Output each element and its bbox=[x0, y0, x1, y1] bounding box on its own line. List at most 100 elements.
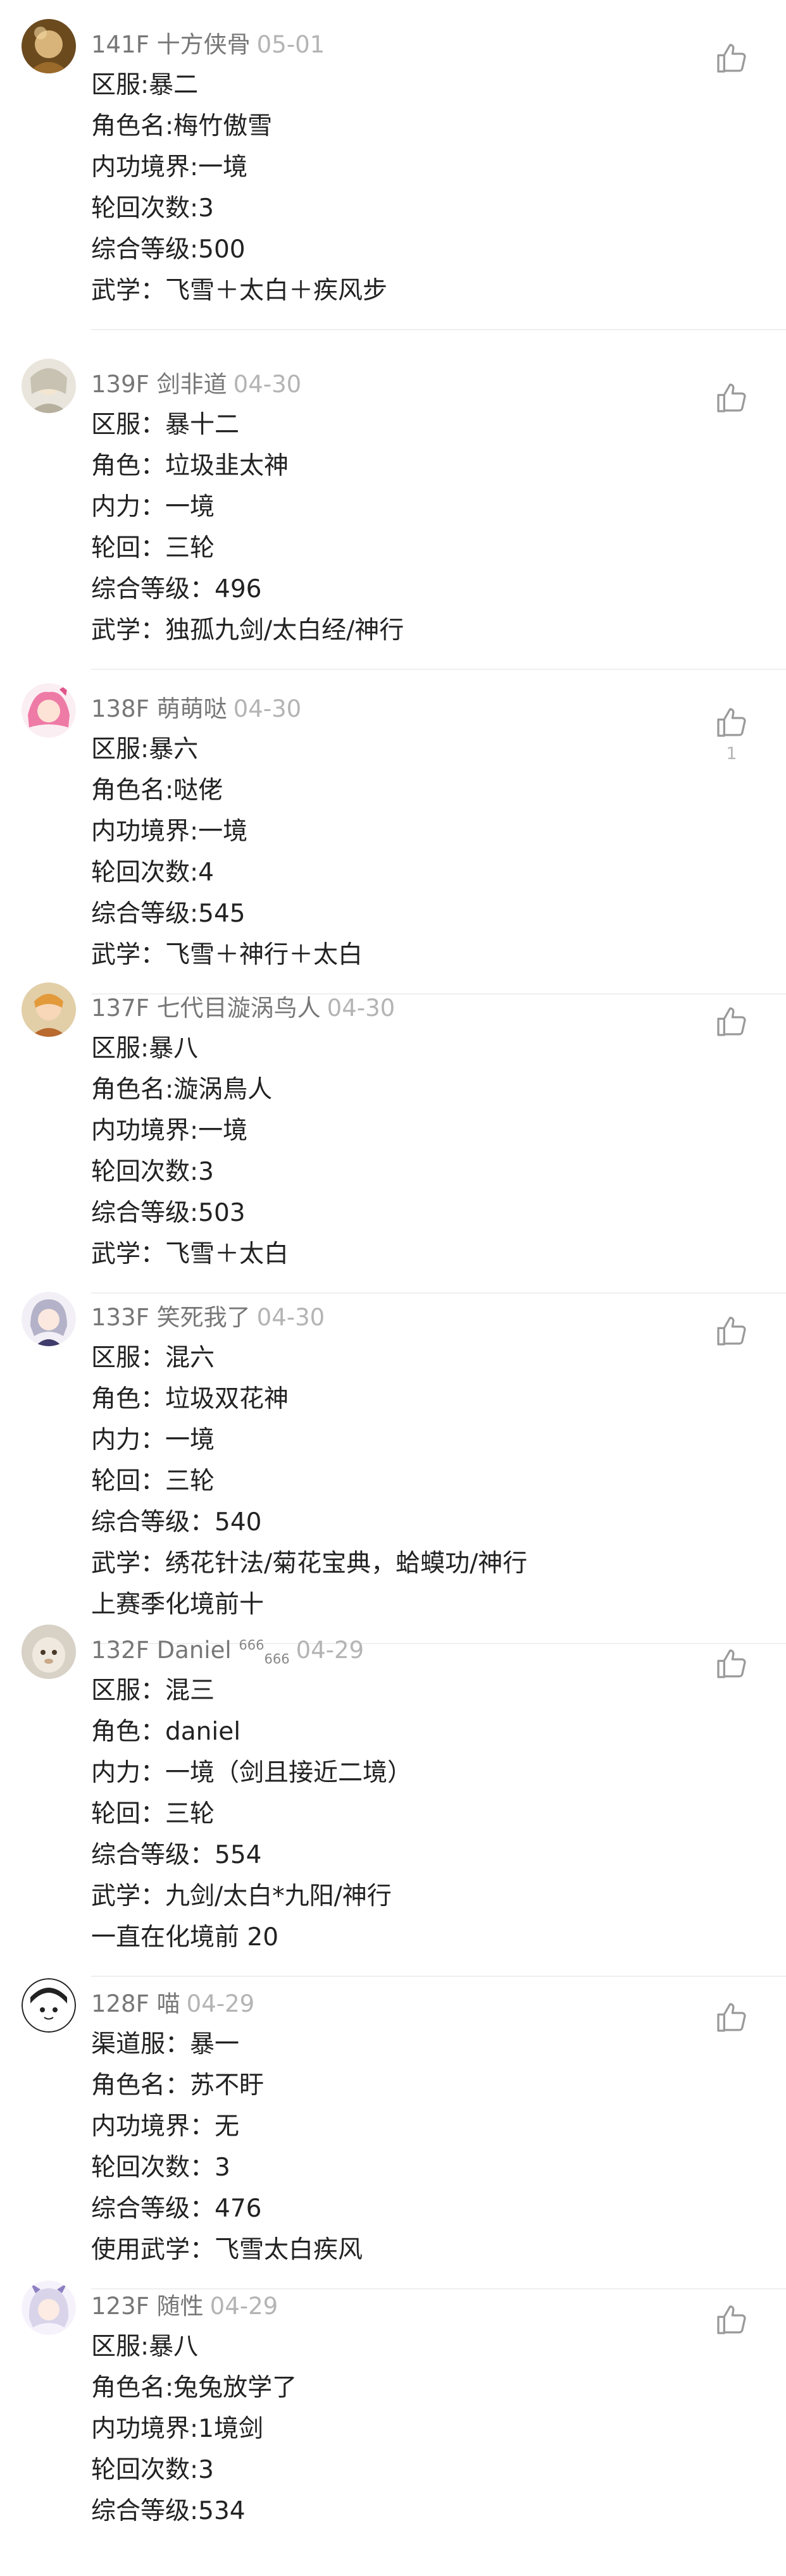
comment-line: 内功境界:一境 bbox=[91, 153, 248, 182]
comment-line: 武学：独孤九剑/太白经/神行 bbox=[91, 616, 404, 645]
avatar[interactable] bbox=[22, 683, 76, 738]
post-date: 04-29 bbox=[296, 1637, 365, 1664]
post-date: 05-01 bbox=[256, 31, 325, 58]
comment-meta: 137F 七代目漩涡鸟人 04-30 bbox=[91, 994, 395, 1023]
comment-line: 轮回次数:4 bbox=[91, 858, 214, 887]
avatar[interactable] bbox=[22, 359, 76, 413]
comment-line: 轮回：三轮 bbox=[91, 534, 215, 562]
comment-line: 轮回次数：3 bbox=[91, 2153, 230, 2182]
comment-line: 内功境界:1境剑 bbox=[91, 2415, 263, 2443]
comment-line: 内功境界:一境 bbox=[91, 817, 248, 846]
floor-number: 132F bbox=[91, 1637, 149, 1664]
avatar[interactable] bbox=[22, 19, 76, 73]
username[interactable]: Daniel bbox=[157, 1637, 232, 1664]
comment-line: 轮回次数:3 bbox=[91, 2456, 214, 2484]
username[interactable]: 喵 bbox=[157, 1990, 180, 2017]
comment-line: 综合等级：476 bbox=[91, 2195, 262, 2223]
comment-line: 内功境界:一境 bbox=[91, 1117, 248, 1145]
avatar[interactable] bbox=[22, 1978, 76, 2033]
comment-line: 区服:暴六 bbox=[91, 735, 199, 764]
username[interactable]: 剑非道 bbox=[157, 371, 227, 398]
username[interactable]: 十方侠骨 bbox=[157, 31, 251, 58]
comment-meta: 138F 萌萌哒 04-30 bbox=[91, 695, 301, 724]
post-date: 04-30 bbox=[233, 371, 302, 398]
comment-meta: 132F Daniel 666666 04-29 bbox=[91, 1636, 365, 1667]
comment-body: 区服：混三 角色：daniel 内力：一境（剑且接近二境） 轮回：三轮 综合等级：554… bbox=[91, 1670, 412, 1958]
comment-divider bbox=[91, 2288, 786, 2289]
floor-number: 139F bbox=[91, 371, 149, 398]
username[interactable]: 萌萌哒 bbox=[157, 695, 227, 722]
comment-line: 综合等级:545 bbox=[91, 900, 246, 928]
thumbs-up-icon[interactable] bbox=[714, 705, 749, 740]
comment-body: 区服:暴八 角色名:兔兔放学了 内功境界:1境剑 轮回次数:3 综合等级:534 bbox=[91, 2326, 297, 2532]
post-date: 04-29 bbox=[209, 2293, 278, 2320]
floor-number: 128F bbox=[91, 1990, 149, 2017]
username[interactable]: 随性 bbox=[157, 2293, 204, 2320]
comment-line: 角色名：苏不盱 bbox=[91, 2071, 265, 2100]
comment-body: 区服:暴六角色名:哒佬 内功境界:一境 轮回次数:4 综合等级:545 武学：飞雪＋神行… bbox=[91, 729, 363, 975]
floor-number: 123F bbox=[91, 2293, 149, 2320]
username[interactable]: 笑死我了 bbox=[157, 1304, 251, 1331]
thumbs-up-icon[interactable] bbox=[714, 2000, 749, 2035]
avatar[interactable] bbox=[22, 1292, 76, 1346]
thumbs-up-icon[interactable] bbox=[714, 40, 749, 76]
post-date: 04-29 bbox=[186, 1990, 255, 2017]
comment-line: 综合等级:503 bbox=[91, 1199, 246, 1227]
comment-list: 141F 十方侠骨 05-01 区服:暴二 角色名:梅竹傲雪 内功境界:一境 轮回次数:3… bbox=[0, 0, 786, 2576]
comment-meta: 139F 剑非道 04-30 bbox=[91, 370, 301, 399]
comment-body: 区服:暴二 角色名:梅竹傲雪 内功境界:一境 轮回次数:3 综合等级:500 武学：飞雪＋… bbox=[91, 65, 387, 311]
comment-body: 区服:暴八角色名:漩涡鳥人 内功境界:一境 轮回次数:3 综合等级:503 武学：飞雪＋… bbox=[91, 1028, 289, 1275]
thumbs-up-icon[interactable] bbox=[714, 1313, 749, 1349]
comment-line: 综合等级:534 bbox=[91, 2497, 246, 2525]
floor-number: 141F bbox=[91, 31, 149, 58]
avatar[interactable] bbox=[22, 982, 76, 1037]
comment-line: 角色名:哒佬 bbox=[91, 776, 223, 805]
comment-line: 武学：九剑/太白*九阳/神行 bbox=[91, 1882, 392, 1910]
comment-body: 区服：暴十二 角色：垃圾韭太神 内力：一境 轮回：三轮 综合等级：496 武学：独孤九剑/… bbox=[91, 404, 404, 651]
avatar[interactable] bbox=[22, 2281, 76, 2335]
post-date: 04-30 bbox=[256, 1304, 325, 1331]
post-date: 04-30 bbox=[233, 695, 302, 722]
comment-meta: 133F 笑死我了 04-30 bbox=[91, 1303, 325, 1332]
comment-divider bbox=[91, 669, 786, 670]
comment-meta: 123F 随性 04-29 bbox=[91, 2292, 278, 2321]
user-badge-sub: 666 bbox=[264, 1651, 290, 1667]
comment-line: 一直在化境前 20 bbox=[91, 1923, 279, 1952]
thumbs-up-icon[interactable] bbox=[714, 380, 749, 416]
comment-line: 武学：飞雪＋太白＋疾风步 bbox=[91, 276, 388, 305]
comment-line: 轮回：三轮 bbox=[91, 1467, 215, 1495]
comment-meta: 128F 喵 04-29 bbox=[91, 1990, 254, 2019]
comment-line: 上赛季化境前十 bbox=[91, 1590, 265, 1619]
comment-line: 轮回：三轮 bbox=[91, 1800, 215, 1828]
comment-line: 角色：垃圾双花神 bbox=[91, 1385, 289, 1413]
comment-line: 综合等级：540 bbox=[91, 1508, 262, 1537]
comment-line: 区服:暴二 bbox=[91, 71, 199, 99]
comment-line: 使用武学：飞雪太白疾风 bbox=[91, 2236, 363, 2264]
comment-line: 武学：飞雪＋神行＋太白 bbox=[91, 941, 363, 969]
floor-number: 137F bbox=[91, 994, 149, 1022]
post-date: 04-30 bbox=[327, 994, 396, 1022]
thumbs-up-icon[interactable] bbox=[714, 1004, 749, 1039]
floor-number: 133F bbox=[91, 1304, 149, 1331]
comment-line: 角色名:漩涡鳥人 bbox=[91, 1075, 273, 1104]
comment-line: 角色：daniel bbox=[91, 1718, 241, 1746]
comment-line: 角色名:兔兔放学了 bbox=[91, 2374, 297, 2402]
comment-line: 内功境界：无 bbox=[91, 2112, 240, 2141]
comment-line: 区服：暴十二 bbox=[91, 411, 240, 439]
comment-line: 轮回次数:3 bbox=[91, 194, 214, 223]
comment-line: 区服:暴八 bbox=[91, 1034, 199, 1063]
comment-line: 区服：混三 bbox=[91, 1676, 215, 1705]
thumbs-up-icon[interactable] bbox=[714, 2302, 749, 2338]
like-count: 1 bbox=[726, 744, 737, 764]
comment-line: 轮回次数:3 bbox=[91, 1158, 214, 1186]
username[interactable]: 七代目漩涡鸟人 bbox=[157, 994, 321, 1022]
comment-line: 综合等级:500 bbox=[91, 235, 246, 264]
avatar[interactable] bbox=[22, 1625, 76, 1679]
comment-line: 综合等级：496 bbox=[91, 575, 262, 604]
comment-line: 渠道服：暴一 bbox=[91, 2030, 240, 2059]
comment-divider bbox=[91, 1292, 786, 1294]
comment-line: 武学：飞雪＋太白 bbox=[91, 1240, 289, 1268]
comment-line: 内力：一境 bbox=[91, 1426, 215, 1454]
comment-divider bbox=[91, 1976, 786, 1977]
thumbs-up-icon[interactable] bbox=[714, 1646, 749, 1681]
